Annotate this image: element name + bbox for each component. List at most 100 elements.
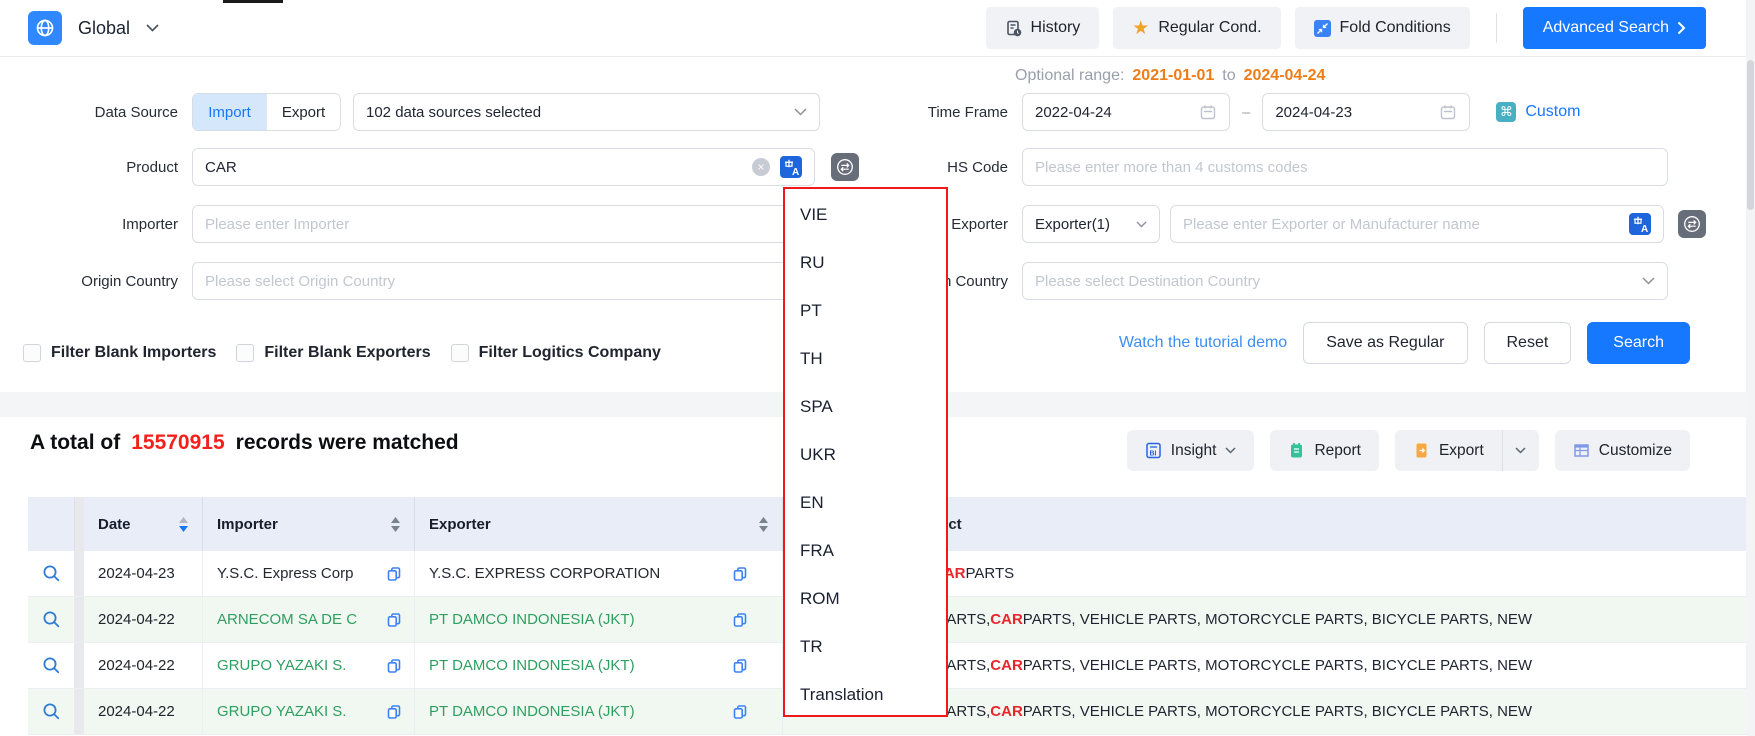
chevron-down-icon bbox=[1515, 447, 1526, 454]
advanced-search-button[interactable]: Advanced Search bbox=[1523, 7, 1706, 49]
star-icon: ★ bbox=[1132, 19, 1149, 38]
filter-checkbox-1[interactable]: Filter Blank Exporters bbox=[236, 344, 430, 362]
checkbox-icon[interactable] bbox=[236, 344, 254, 362]
tutorial-link[interactable]: Watch the tutorial demo bbox=[1119, 334, 1287, 352]
fold-conditions-button[interactable]: Fold Conditions bbox=[1295, 7, 1470, 49]
report-button[interactable]: Report bbox=[1270, 430, 1379, 471]
copy-icon[interactable] bbox=[732, 566, 748, 582]
language-option-rom[interactable]: ROM bbox=[785, 575, 946, 623]
checkbox-icon[interactable] bbox=[451, 344, 469, 362]
export-dropdown-caret[interactable] bbox=[1502, 430, 1539, 471]
sort-icons-importer[interactable] bbox=[391, 517, 400, 532]
language-option-spa[interactable]: SPA bbox=[785, 383, 946, 431]
copy-icon[interactable] bbox=[732, 612, 748, 628]
export-button[interactable]: Export bbox=[1395, 430, 1502, 471]
header-exporter[interactable]: Exporter bbox=[415, 497, 783, 551]
clear-icon[interactable]: × bbox=[752, 158, 770, 176]
summary-prefix: A total of bbox=[30, 431, 120, 455]
exporter-name[interactable]: Y.S.C. EXPRESS CORPORATION bbox=[429, 565, 660, 582]
results-summary: A total of 15570915 records were matched bbox=[30, 431, 459, 455]
insight-button[interactable]: BI Insight bbox=[1127, 430, 1255, 471]
exporter-mode-select[interactable]: Exporter(1) bbox=[1022, 205, 1160, 243]
language-option-translation[interactable]: Translation bbox=[785, 671, 946, 719]
scrollbar-track[interactable] bbox=[1746, 0, 1755, 736]
summary-suffix: records were matched bbox=[236, 431, 459, 455]
language-option-fra[interactable]: FRA bbox=[785, 527, 946, 575]
exporter-name[interactable]: PT DAMCO INDONESIA (JKT) bbox=[429, 703, 635, 720]
region-selector[interactable]: Global bbox=[28, 11, 159, 45]
copy-icon[interactable] bbox=[386, 658, 402, 674]
history-button[interactable]: History bbox=[986, 7, 1100, 49]
row-detail-cell[interactable] bbox=[28, 551, 75, 596]
filter-label: Filter Logitics Company bbox=[479, 344, 661, 362]
translate-icon[interactable]: A bbox=[1629, 213, 1651, 235]
language-option-tr[interactable]: TR bbox=[785, 623, 946, 671]
importer-name[interactable]: ARNECOM SA DE C bbox=[217, 611, 357, 628]
importer-name[interactable]: Y.S.C. Express Corp bbox=[217, 565, 353, 582]
optional-range-end: 2024-04-24 bbox=[1244, 67, 1326, 85]
exporter-name[interactable]: PT DAMCO INDONESIA (JKT) bbox=[429, 657, 635, 674]
row-detail-cell[interactable] bbox=[28, 597, 75, 642]
row-detail-cell[interactable] bbox=[28, 689, 75, 734]
date-end-value: 2024-04-23 bbox=[1275, 104, 1352, 121]
date-end-input[interactable]: 2024-04-23 bbox=[1262, 93, 1470, 131]
product-text: PARTS, VEHICLE PARTS, MOTORCYCLE PARTS, … bbox=[1023, 657, 1532, 674]
filter-checkbox-2[interactable]: Filter Logitics Company bbox=[451, 344, 661, 362]
importer-name[interactable]: GRUPO YAZAKI S. bbox=[217, 657, 346, 674]
header-importer[interactable]: Importer bbox=[203, 497, 415, 551]
chevron-down-icon bbox=[1225, 447, 1236, 454]
product-row: Product CAR × A bbox=[30, 148, 859, 186]
save-as-regular-button[interactable]: Save as Regular bbox=[1303, 322, 1467, 364]
search-button[interactable]: Search bbox=[1587, 322, 1690, 364]
language-option-th[interactable]: TH bbox=[785, 335, 946, 383]
sort-icons-date[interactable] bbox=[179, 517, 188, 532]
reset-button[interactable]: Reset bbox=[1484, 322, 1572, 364]
importer-name[interactable]: GRUPO YAZAKI S. bbox=[217, 703, 346, 720]
language-option-ukr[interactable]: UKR bbox=[785, 431, 946, 479]
data-sources-select[interactable]: 102 data sources selected bbox=[353, 93, 820, 131]
row-search-icon[interactable] bbox=[42, 564, 61, 583]
insight-icon: BI bbox=[1145, 442, 1162, 459]
custom-range-link[interactable]: ⌘ Custom bbox=[1496, 102, 1580, 122]
language-option-pt[interactable]: PT bbox=[785, 287, 946, 335]
copy-icon[interactable] bbox=[386, 612, 402, 628]
product-keyword-highlight: CAR bbox=[990, 611, 1023, 628]
exporter-input[interactable]: Please enter Exporter or Manufacturer na… bbox=[1170, 205, 1664, 243]
copy-icon[interactable] bbox=[386, 566, 402, 582]
product-keyword-highlight: CAR bbox=[990, 657, 1023, 674]
product-label: Product bbox=[30, 159, 178, 176]
filter-checkbox-0[interactable]: Filter Blank Importers bbox=[23, 344, 216, 362]
exporter-exchange-button[interactable] bbox=[1678, 210, 1706, 238]
product-input[interactable]: CAR × A bbox=[192, 148, 815, 186]
copy-icon[interactable] bbox=[732, 658, 748, 674]
fixed-column-gap bbox=[75, 551, 84, 596]
date-cell: 2024-04-22 bbox=[84, 689, 203, 734]
language-option-en[interactable]: EN bbox=[785, 479, 946, 527]
copy-icon[interactable] bbox=[386, 704, 402, 720]
exporter-name[interactable]: PT DAMCO INDONESIA (JKT) bbox=[429, 611, 635, 628]
scrollbar-thumb[interactable] bbox=[1747, 60, 1754, 210]
checkbox-icon[interactable] bbox=[23, 344, 41, 362]
exporter-cell: PT DAMCO INDONESIA (JKT) bbox=[415, 643, 783, 688]
origin-country-select[interactable]: Please select Origin Country bbox=[192, 262, 815, 300]
header-date[interactable]: Date bbox=[84, 497, 203, 551]
translate-icon[interactable]: A bbox=[780, 156, 802, 178]
sort-icons-exporter[interactable] bbox=[759, 517, 768, 532]
report-icon bbox=[1288, 442, 1305, 459]
import-tab[interactable]: Import bbox=[193, 94, 266, 130]
insight-label: Insight bbox=[1171, 442, 1217, 460]
export-tab[interactable]: Export bbox=[266, 94, 340, 130]
customize-button[interactable]: Customize bbox=[1555, 430, 1690, 471]
date-start-input[interactable]: 2022-04-24 bbox=[1022, 93, 1230, 131]
row-search-icon[interactable] bbox=[42, 702, 61, 721]
language-option-ru[interactable]: RU bbox=[785, 239, 946, 287]
copy-icon[interactable] bbox=[732, 704, 748, 720]
row-detail-cell[interactable] bbox=[28, 643, 75, 688]
hs-code-input[interactable]: Please enter more than 4 customs codes bbox=[1022, 148, 1668, 186]
importer-input[interactable]: Please enter Importer bbox=[192, 205, 815, 243]
row-search-icon[interactable] bbox=[42, 610, 61, 629]
row-search-icon[interactable] bbox=[42, 656, 61, 675]
language-option-vie[interactable]: VIE bbox=[785, 191, 946, 239]
destination-country-select[interactable]: Please select Destination Country bbox=[1022, 262, 1668, 300]
regular-cond-button[interactable]: ★ Regular Cond. bbox=[1113, 7, 1280, 49]
